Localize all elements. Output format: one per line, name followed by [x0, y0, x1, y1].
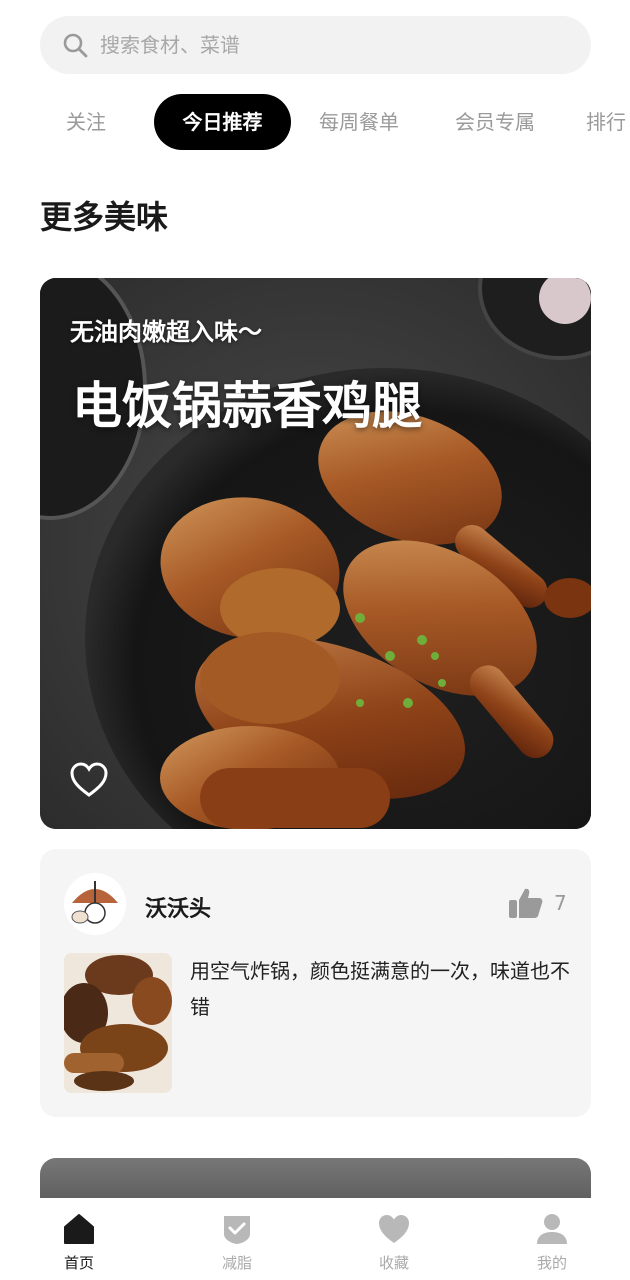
nav-favorites-label: 收藏	[378, 1254, 409, 1272]
tab-member-exclusive[interactable]: 会员专属	[448, 94, 542, 150]
like-count: 7	[554, 891, 567, 915]
comment-card[interactable]: 沃沃头 7 用空气炸锅，颜色挺满意的一次，味道也不错	[40, 849, 591, 1117]
category-tabs: 关注 今日推荐 每周餐单 会员专属 排行	[0, 94, 630, 150]
tab-follow[interactable]: 关注	[40, 94, 132, 150]
tab-ranking[interactable]: 排行	[586, 94, 630, 150]
tab-weekly-menu[interactable]: 每周餐单	[312, 94, 406, 150]
recipe-photo	[40, 278, 591, 829]
recipe-card[interactable]: 无油肉嫩超入味～ 电饭锅蒜香鸡腿	[40, 278, 591, 829]
avatar-image	[64, 873, 126, 935]
heart-outline-icon[interactable]	[70, 762, 108, 798]
tab-today-recommend[interactable]: 今日推荐	[154, 94, 291, 150]
search-icon	[63, 33, 88, 58]
recipe-subtitle: 无油肉嫩超入味～	[70, 318, 262, 346]
search-input[interactable]	[100, 33, 500, 57]
bottom-nav: 首页 减脂 收藏 我的	[0, 1198, 630, 1280]
nav-favorites[interactable]: 收藏	[349, 1212, 439, 1273]
nav-home-label: 首页	[63, 1254, 94, 1272]
search-bar[interactable]	[40, 16, 591, 74]
nav-profile[interactable]: 我的	[507, 1212, 597, 1273]
shield-check-icon	[224, 1216, 250, 1244]
comment-photo-image	[64, 953, 172, 1093]
recipe-title: 电饭锅蒜香鸡腿	[72, 377, 422, 435]
nav-fat-loss[interactable]: 减脂	[192, 1212, 282, 1273]
nav-profile-label: 我的	[536, 1254, 567, 1272]
nav-fat-loss-label: 减脂	[221, 1254, 252, 1272]
avatar[interactable]	[64, 873, 126, 935]
comment-photo[interactable]	[64, 953, 172, 1093]
user-icon	[537, 1214, 567, 1244]
section-title: 更多美味	[40, 198, 169, 236]
home-icon	[64, 1214, 94, 1244]
nav-home[interactable]: 首页	[34, 1212, 124, 1273]
username[interactable]: 沃沃头	[145, 891, 211, 923]
heart-icon	[379, 1215, 409, 1243]
comment-text: 用空气炸锅，颜色挺满意的一次，味道也不错	[190, 959, 570, 1019]
thumbs-up-icon[interactable]	[508, 887, 544, 919]
